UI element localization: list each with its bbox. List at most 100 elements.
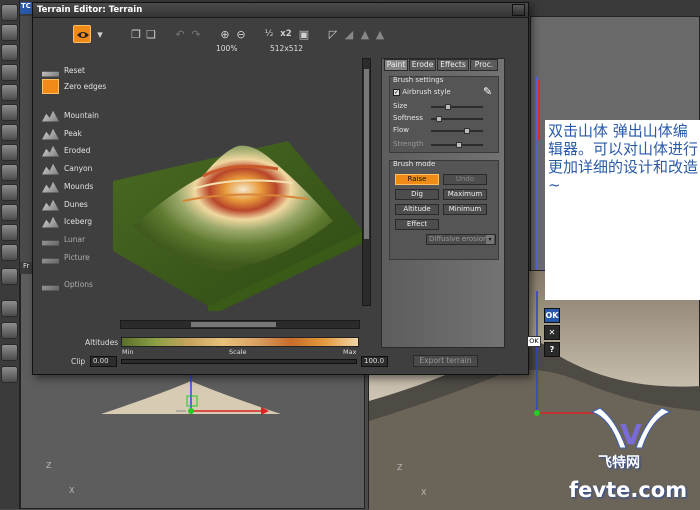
list-item-peak[interactable]: Peak xyxy=(42,126,82,141)
list-item-options[interactable]: Options xyxy=(42,277,93,292)
raise-button[interactable]: Raise xyxy=(395,174,439,185)
list-item-picture[interactable]: Picture xyxy=(42,250,90,265)
list-item-label: Options xyxy=(64,280,93,289)
tool-button[interactable] xyxy=(1,268,18,285)
dialog-titlebar-button[interactable] xyxy=(512,4,525,16)
minimum-button[interactable]: Minimum xyxy=(443,204,487,215)
slider-track[interactable] xyxy=(431,128,483,134)
preview-horizontal-scrollbar[interactable] xyxy=(120,320,360,329)
list-item-label: Peak xyxy=(64,129,82,138)
list-item-zero-edges[interactable]: Zero edges xyxy=(42,79,106,94)
tool-button[interactable] xyxy=(1,164,18,181)
tool-button[interactable] xyxy=(1,64,18,81)
tool-button[interactable] xyxy=(1,300,18,317)
effect-dropdown[interactable]: Diffusive erosion ▾ xyxy=(426,234,496,245)
list-item-iceberg[interactable]: Iceberg xyxy=(42,214,92,229)
preview-vertical-scrollbar[interactable] xyxy=(362,58,371,306)
maximum-button[interactable]: Maximum xyxy=(443,189,487,200)
dig-button[interactable]: Dig xyxy=(395,189,439,200)
halve-resolution-icon[interactable]: ½ xyxy=(262,27,276,42)
clip-slider[interactable] xyxy=(121,359,357,364)
tool-button[interactable] xyxy=(1,366,18,383)
clip-max-field[interactable]: 100.0 xyxy=(361,356,388,367)
tool-button[interactable] xyxy=(1,84,18,101)
zoom-in-icon[interactable]: ⊕ xyxy=(218,27,232,42)
airbrush-style-checkbox[interactable]: ✓ Airbrush style ✎ xyxy=(393,85,497,98)
options-icon xyxy=(42,285,59,291)
list-item-eroded[interactable]: Eroded xyxy=(42,143,90,158)
altitude-max-label: Max xyxy=(343,348,357,356)
terrace-icon[interactable]: ◢ xyxy=(342,27,356,42)
tool-button[interactable] xyxy=(1,344,18,361)
scrollbar-thumb[interactable] xyxy=(364,69,369,239)
slider-track[interactable] xyxy=(431,116,483,122)
zoom-out-icon[interactable]: ⊖ xyxy=(234,27,248,42)
tab-effects[interactable]: Effects xyxy=(437,59,469,71)
clip-min-field[interactable]: 0.00 xyxy=(90,356,117,367)
close-button[interactable]: ✕ xyxy=(544,325,560,340)
list-item-lunar[interactable]: Lunar xyxy=(42,232,85,247)
paste-icon[interactable]: ❏ xyxy=(144,27,158,42)
list-item-reset[interactable]: Reset xyxy=(42,63,85,78)
list-item-mounds[interactable]: Mounds xyxy=(42,179,93,194)
picture-icon xyxy=(42,258,59,264)
tool-button[interactable] xyxy=(1,4,18,21)
scrollbar-thumb[interactable] xyxy=(191,322,276,327)
list-item-canyon[interactable]: Canyon xyxy=(42,161,92,176)
chevron-down-icon[interactable]: ▾ xyxy=(486,235,494,244)
redo-icon[interactable]: ↷ xyxy=(189,27,203,42)
pin-icon[interactable]: ✎ xyxy=(483,85,492,98)
axis-x-label: X xyxy=(421,488,427,497)
slider-knob[interactable] xyxy=(444,104,451,110)
altitude-button[interactable]: Altitude xyxy=(395,204,439,215)
terrain-preview[interactable] xyxy=(113,121,363,311)
altitude-color-bar[interactable] xyxy=(121,337,359,347)
effect-button[interactable]: Effect xyxy=(395,219,439,230)
flow-slider[interactable]: Flow xyxy=(393,126,497,136)
sharpen-icon[interactable]: ▲ xyxy=(358,27,372,42)
text-tool-button[interactable] xyxy=(1,44,18,61)
copy-icon[interactable]: ❐ xyxy=(129,27,143,42)
size-slider[interactable]: Size xyxy=(393,102,497,112)
undo-icon[interactable]: ↶ xyxy=(173,27,187,42)
undo-button[interactable]: Undo xyxy=(443,174,487,185)
tool-button[interactable] xyxy=(1,204,18,221)
slider-knob[interactable] xyxy=(456,142,463,148)
slider-knob[interactable] xyxy=(464,128,471,134)
tab-proc[interactable]: Proc. xyxy=(470,59,498,71)
tool-button[interactable] xyxy=(1,184,18,201)
resize-icon[interactable]: ▣ xyxy=(297,27,311,42)
tool-button[interactable] xyxy=(1,322,18,339)
list-item-mountain[interactable]: Mountain xyxy=(42,108,99,123)
tool-button[interactable] xyxy=(1,24,18,41)
dunes-icon xyxy=(42,199,59,211)
list-item-dunes[interactable]: Dunes xyxy=(42,197,88,212)
tool-button[interactable] xyxy=(1,144,18,161)
help-button[interactable]: ? xyxy=(544,342,560,357)
list-item-label: Lunar xyxy=(64,235,86,244)
export-terrain-button[interactable]: Export terrain xyxy=(413,355,478,367)
slider-track[interactable] xyxy=(431,142,483,148)
eye-mode-icon[interactable] xyxy=(73,25,91,43)
smooth-icon[interactable]: ▲ xyxy=(373,27,387,42)
tab-paint[interactable]: Paint xyxy=(384,59,408,71)
mounds-icon xyxy=(42,181,59,193)
strength-slider[interactable]: Strength xyxy=(393,140,497,150)
slider-track[interactable] xyxy=(431,104,483,110)
altitude-min-label: Min xyxy=(122,348,134,356)
chevron-down-icon[interactable]: ▾ xyxy=(93,27,107,42)
invert-icon[interactable]: ◸ xyxy=(326,27,340,42)
slider-knob[interactable] xyxy=(435,116,442,122)
double-resolution-button[interactable]: x2 xyxy=(277,27,295,42)
softness-slider[interactable]: Softness xyxy=(393,114,497,124)
annotation-pointer xyxy=(538,80,540,140)
ok-button[interactable]: OK xyxy=(544,308,560,323)
tab-erode[interactable]: Erode xyxy=(409,59,436,71)
tool-button[interactable] xyxy=(1,244,18,261)
tool-button[interactable] xyxy=(1,224,18,241)
slider-label: Softness xyxy=(393,114,423,122)
lunar-icon xyxy=(42,240,59,246)
tool-button[interactable] xyxy=(1,124,18,141)
altitude-scale-label: Scale xyxy=(229,348,247,356)
tool-button[interactable] xyxy=(1,104,18,121)
